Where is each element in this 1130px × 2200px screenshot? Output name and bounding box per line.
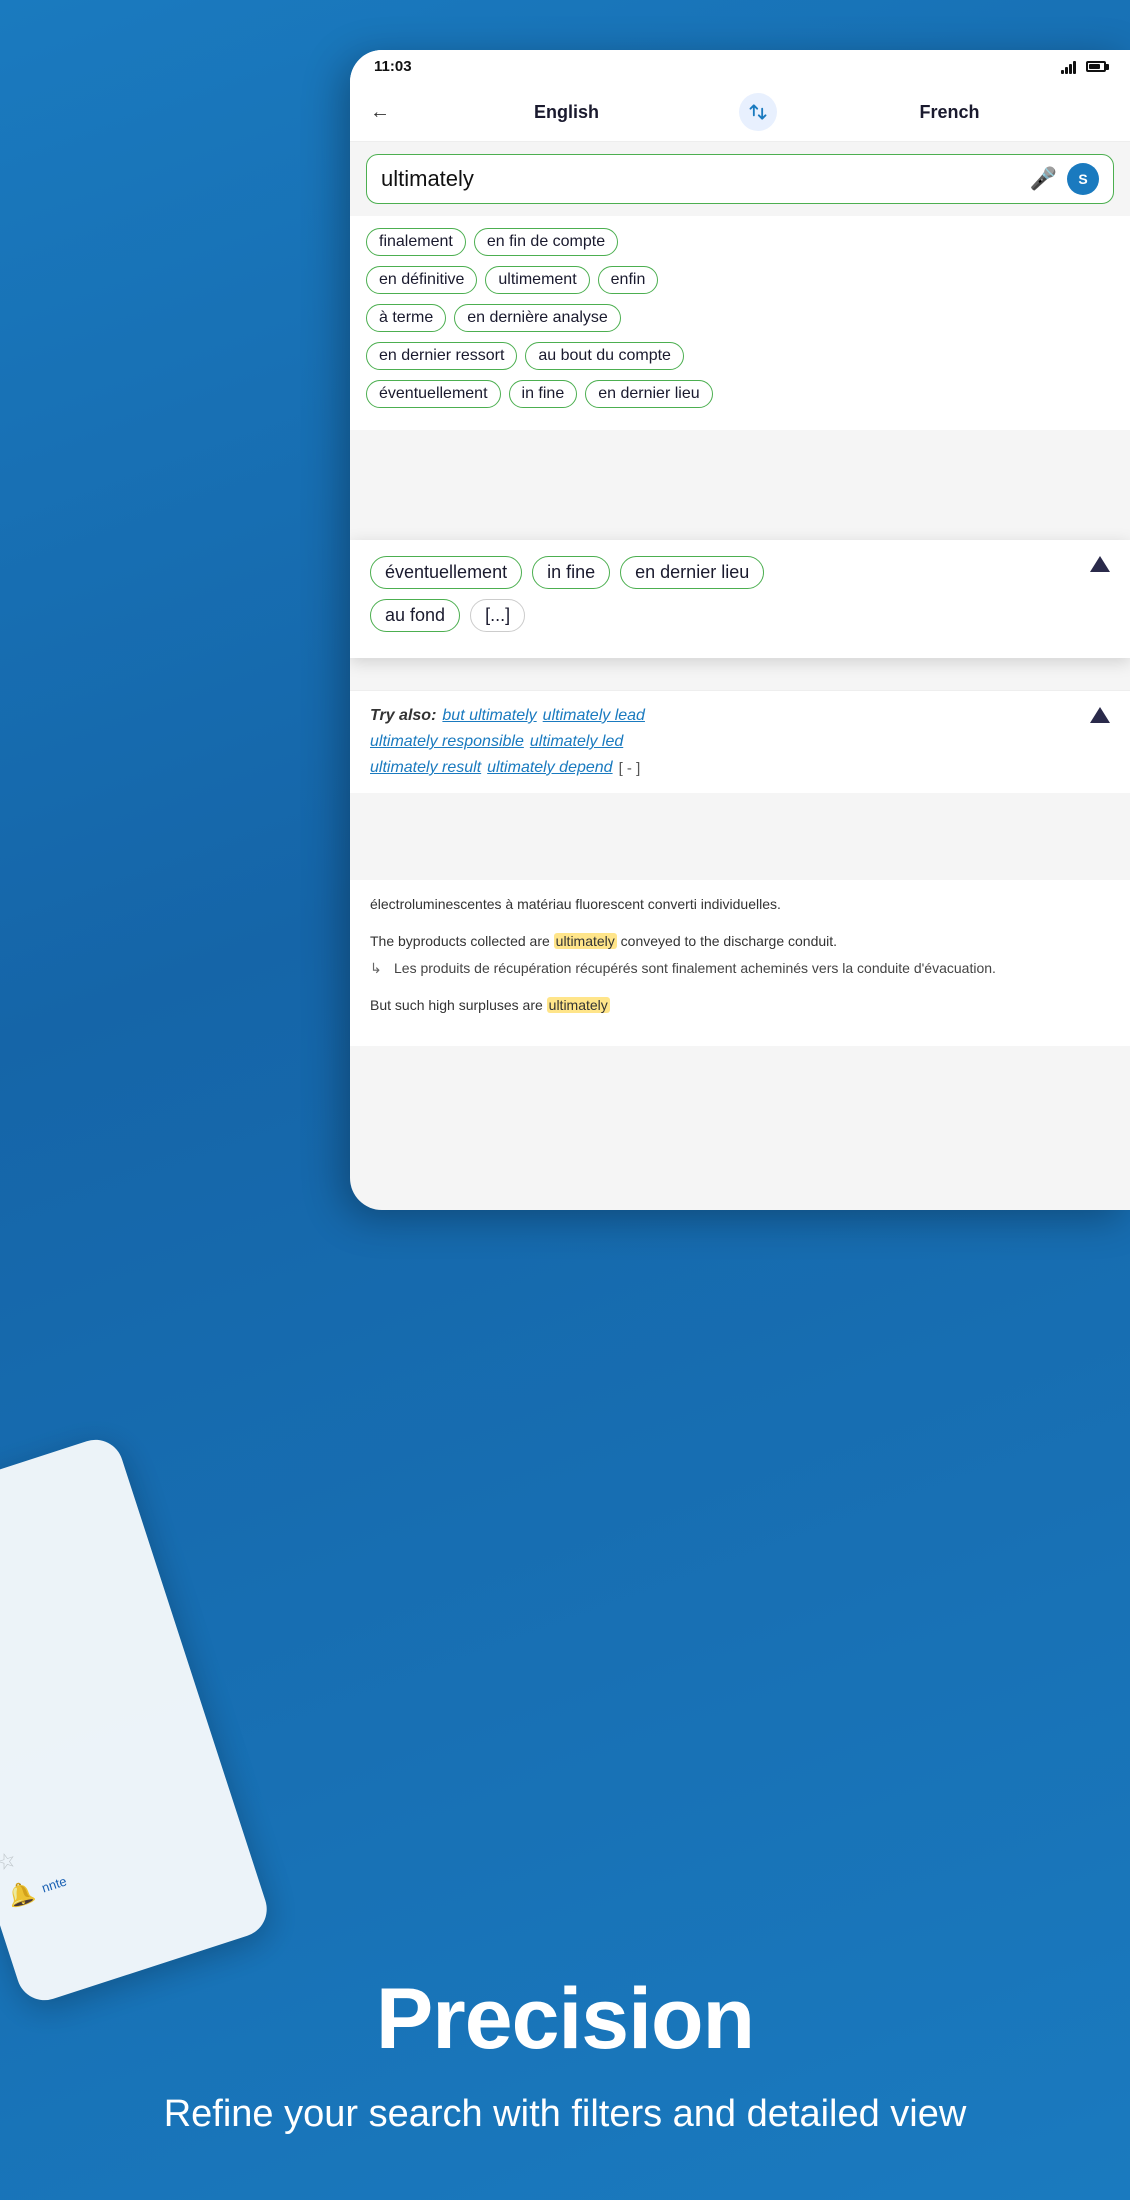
precision-description: Refine your search with filters and deta… bbox=[60, 2089, 1070, 2140]
trans-row-4: en dernier ressort au bout du compte bbox=[366, 342, 1114, 370]
example-en-2-partial: But such high surpluses are ultimately bbox=[370, 995, 1110, 1016]
translation-tag[interactable]: en fin de compte bbox=[474, 228, 618, 256]
background-phone: ☆ 🔔 ☆ 🔔 nnte bbox=[0, 1433, 274, 2008]
highlight-ultimately: ultimately bbox=[554, 933, 617, 949]
precision-title: Precision bbox=[60, 1970, 1070, 2069]
settings-button[interactable]: S bbox=[1067, 163, 1099, 195]
translation-tag[interactable]: en dernière analyse bbox=[454, 304, 621, 332]
bottom-section: Precision Refine your search with filter… bbox=[0, 1930, 1130, 2200]
swap-languages-button[interactable] bbox=[739, 93, 777, 131]
translation-tag[interactable]: en dernier ressort bbox=[366, 342, 517, 370]
search-input[interactable]: ultimately bbox=[381, 166, 1020, 192]
mic-icon[interactable]: 🎤 bbox=[1030, 166, 1057, 192]
translation-tag[interactable]: finalement bbox=[366, 228, 466, 256]
exp-tag-aufond[interactable]: au fond bbox=[370, 599, 460, 632]
trans-row-1: finalement en fin de compte bbox=[366, 228, 1114, 256]
try-link-6[interactable]: ultimately depend bbox=[487, 759, 612, 777]
exp-tag[interactable]: en dernier lieu bbox=[620, 556, 764, 589]
example-fr-1: Les produits de récupération récupérés s… bbox=[370, 958, 1110, 979]
translation-tag[interactable]: ultimement bbox=[485, 266, 589, 294]
expanded-card: éventuellement in fine en dernier lieu a… bbox=[350, 540, 1130, 658]
back-button[interactable]: ← bbox=[366, 97, 394, 128]
example-partial: électroluminescentes à matériau fluoresc… bbox=[370, 894, 1110, 915]
expanded-row-2: au fond [...] bbox=[370, 599, 764, 632]
trans-row-2: en définitive ultimement enfin bbox=[366, 266, 1114, 294]
example-1: The byproducts collected are ultimately … bbox=[370, 931, 1110, 979]
try-link-1[interactable]: but ultimately bbox=[442, 707, 536, 725]
search-bar[interactable]: ultimately 🎤 S bbox=[366, 154, 1114, 204]
translation-tag[interactable]: enfin bbox=[598, 266, 659, 294]
status-bar: 11:03 bbox=[350, 50, 1130, 83]
translation-tag[interactable]: in fine bbox=[509, 380, 578, 408]
battery-icon bbox=[1086, 61, 1106, 72]
example-2-partial: But such high surpluses are ultimately bbox=[370, 995, 1110, 1016]
trans-row-3: à terme en dernière analyse bbox=[366, 304, 1114, 332]
try-also-section: Try also: but ultimately ultimately lead… bbox=[350, 690, 1130, 793]
translation-tag[interactable]: éventuellement bbox=[366, 380, 501, 408]
try-link-2[interactable]: ultimately lead bbox=[543, 707, 645, 725]
try-dash: [ - ] bbox=[619, 760, 641, 777]
translation-tag[interactable]: à terme bbox=[366, 304, 446, 332]
try-link-5[interactable]: ultimately result bbox=[370, 759, 481, 777]
collapse-icon[interactable] bbox=[1090, 556, 1110, 572]
status-icons bbox=[1061, 60, 1106, 74]
exp-tag-infine[interactable]: in fine bbox=[532, 556, 610, 589]
example-text-partial: électroluminescentes à matériau fluoresc… bbox=[370, 896, 781, 912]
translation-tag[interactable]: en définitive bbox=[366, 266, 477, 294]
examples-area: électroluminescentes à matériau fluoresc… bbox=[350, 880, 1130, 1046]
signal-icon bbox=[1061, 60, 1076, 74]
star-icon-2: ☆ bbox=[0, 1846, 20, 1877]
try-also-label: Try also: bbox=[370, 707, 436, 725]
try-link-3[interactable]: ultimately responsible bbox=[370, 733, 524, 751]
trans-row-5: éventuellement in fine en dernier lieu bbox=[366, 380, 1114, 408]
bg-phone-text: nnte bbox=[40, 1873, 69, 1895]
bell-icon-2: 🔔 bbox=[4, 1878, 38, 1911]
language-from[interactable]: English bbox=[402, 102, 731, 123]
translations-area: finalement en fin de compte en définitiv… bbox=[350, 216, 1130, 430]
time-display: 11:03 bbox=[374, 58, 412, 75]
exp-tag-more[interactable]: [...] bbox=[470, 599, 525, 632]
highlight-ultimately-2: ultimately bbox=[547, 997, 610, 1013]
main-phone: 11:03 ← English French ultimately 🎤 S bbox=[350, 50, 1130, 1210]
swap-icon bbox=[748, 102, 768, 122]
language-to[interactable]: French bbox=[785, 102, 1114, 123]
example-en-1: The byproducts collected are ultimately … bbox=[370, 931, 1110, 952]
translation-tag[interactable]: au bout du compte bbox=[525, 342, 684, 370]
expanded-row-1: éventuellement in fine en dernier lieu bbox=[370, 556, 764, 589]
try-link-4[interactable]: ultimately led bbox=[530, 733, 623, 751]
try-also-collapse-icon[interactable] bbox=[1090, 707, 1110, 723]
translation-tag[interactable]: en dernier lieu bbox=[585, 380, 712, 408]
app-header: ← English French bbox=[350, 83, 1130, 142]
exp-tag[interactable]: éventuellement bbox=[370, 556, 522, 589]
